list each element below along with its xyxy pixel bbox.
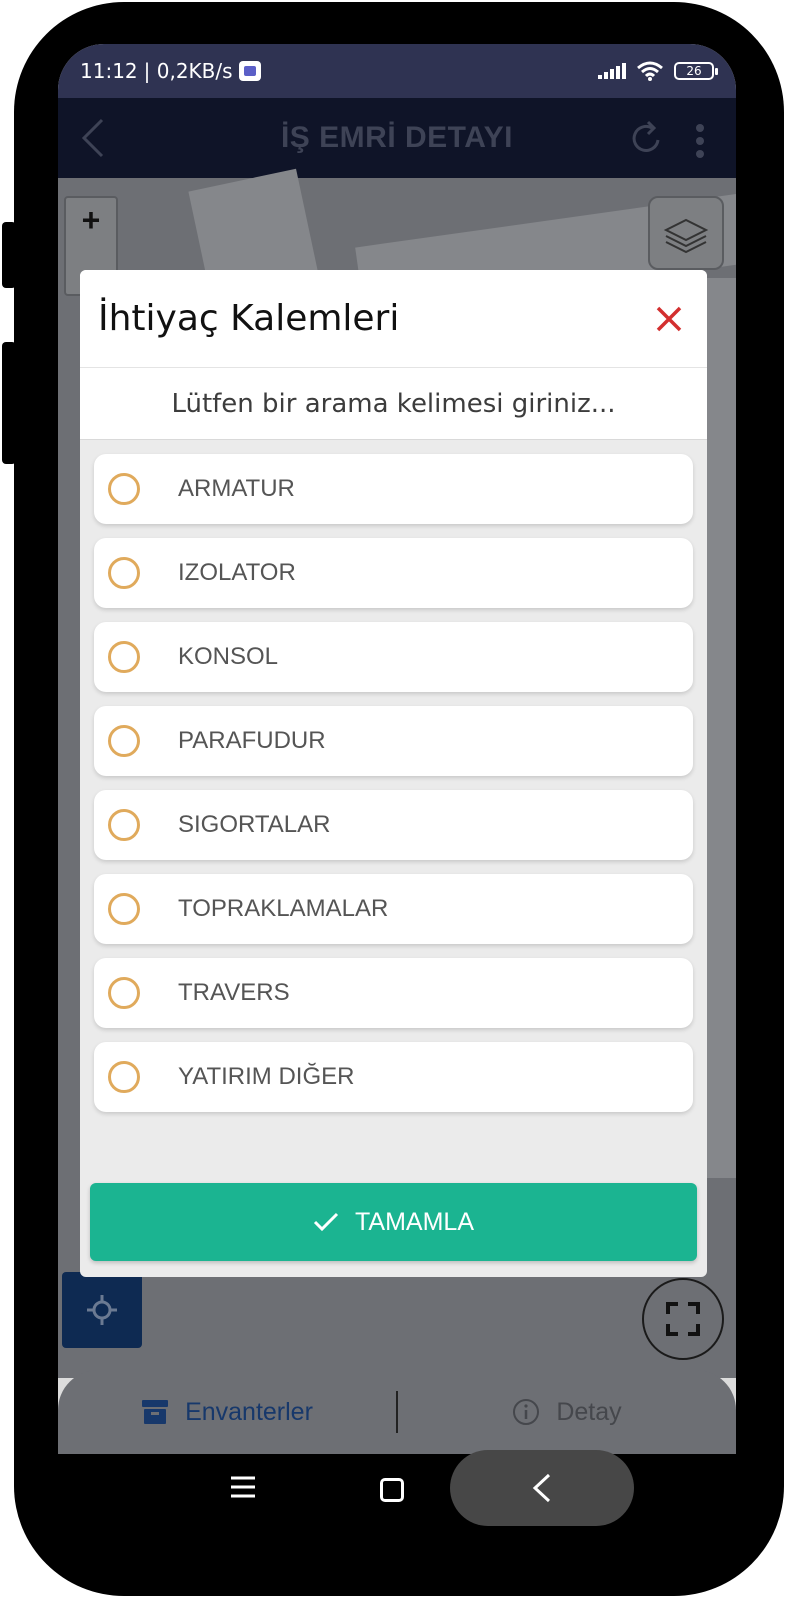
radio-button[interactable] [108, 893, 140, 925]
modal-title: İhtiyaç Kalemleri [98, 298, 400, 339]
list-item[interactable]: TOPRAKLAMALAR [94, 874, 693, 944]
needs-items-modal: İhtiyaç Kalemleri ARMATUR IZOLATOR KONSO… [80, 270, 707, 1277]
refresh-icon[interactable] [630, 120, 664, 156]
radio-button[interactable] [108, 1061, 140, 1093]
page-title: İŞ EMRİ DETAYI [280, 121, 514, 154]
tab-detail[interactable]: Detay [398, 1398, 736, 1427]
status-speed: | 0,2KB/s [143, 59, 233, 83]
item-label: ARMATUR [178, 475, 295, 502]
archive-icon [142, 1400, 169, 1424]
item-label: SIGORTALAR [178, 811, 331, 838]
list-item[interactable]: YATIRIM DIĞER [94, 1042, 693, 1112]
tab-inventory[interactable]: Envanterler [58, 1398, 396, 1427]
menu-icon[interactable] [230, 1474, 256, 1500]
status-time: 11:12 [80, 59, 138, 83]
info-icon [513, 1399, 540, 1425]
app-bar: İŞ EMRİ DETAYI [58, 98, 736, 178]
close-icon [656, 306, 682, 331]
system-nav-bar [58, 1450, 736, 1534]
list-item[interactable]: KONSOL [94, 622, 693, 692]
layers-icon [663, 218, 709, 254]
volume-button [2, 222, 16, 288]
back-arrow-icon[interactable] [80, 118, 106, 158]
modal-header: İhtiyaç Kalemleri [80, 270, 707, 368]
fullscreen-icon [666, 1302, 700, 1336]
nav-back-icon [532, 1473, 551, 1503]
home-icon[interactable] [380, 1478, 404, 1502]
radio-button[interactable] [108, 641, 140, 673]
status-bar: 11:12 | 0,2KB/s 26 [58, 44, 736, 98]
complete-button[interactable]: TAMAMLA [90, 1183, 697, 1261]
bottom-tab-bar: Envanterler Detay [58, 1370, 736, 1454]
list-item[interactable]: ARMATUR [94, 454, 693, 524]
wifi-icon [637, 61, 663, 81]
signal-icon [598, 63, 626, 79]
search-bar [80, 368, 707, 440]
item-label: IZOLATOR [178, 559, 296, 586]
zoom-in-button[interactable]: + [66, 202, 116, 239]
power-button [2, 342, 16, 464]
radio-button[interactable] [108, 809, 140, 841]
item-label: TOPRAKLAMALAR [178, 895, 389, 922]
battery-level: 26 [686, 64, 702, 78]
nav-back-button[interactable] [450, 1450, 634, 1526]
item-label: KONSOL [178, 643, 279, 670]
list-item[interactable]: TRAVERS [94, 958, 693, 1028]
list-item[interactable]: PARAFUDUR [94, 706, 693, 776]
radio-button[interactable] [108, 977, 140, 1009]
layers-button[interactable] [648, 196, 724, 270]
complete-button-label: TAMAMLA [355, 1207, 474, 1236]
radio-button[interactable] [108, 725, 140, 757]
list-item[interactable]: IZOLATOR [94, 538, 693, 608]
items-list: ARMATUR IZOLATOR KONSOL PARAFUDUR SIGORT… [80, 440, 707, 1112]
tab-detail-label: Detay [556, 1397, 622, 1426]
close-button[interactable] [649, 299, 689, 339]
teams-icon [238, 61, 261, 81]
more-options-icon[interactable] [696, 124, 704, 158]
item-label: YATIRIM DIĞER [178, 1063, 355, 1090]
item-label: PARAFUDUR [178, 727, 326, 754]
battery-icon: 26 [674, 62, 718, 80]
crosshair-icon [87, 1295, 117, 1325]
fullscreen-button[interactable] [642, 1278, 724, 1360]
list-item[interactable]: SIGORTALAR [94, 790, 693, 860]
tab-inventory-label: Envanterler [185, 1397, 313, 1426]
search-input[interactable] [80, 388, 707, 419]
locate-button[interactable] [62, 1272, 142, 1348]
radio-button[interactable] [108, 473, 140, 505]
item-label: TRAVERS [178, 979, 290, 1006]
check-icon [313, 1212, 339, 1232]
radio-button[interactable] [108, 557, 140, 589]
